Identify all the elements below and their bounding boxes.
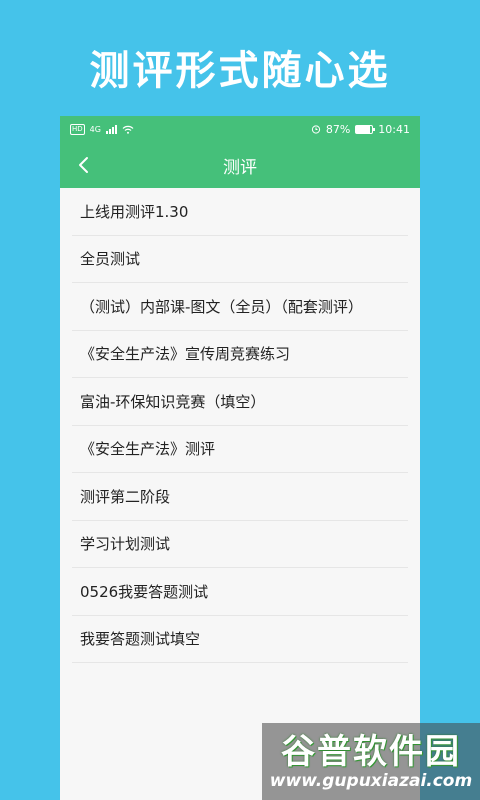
- watermark-logo: 谷普软件园 www.gupuxiazai.com: [262, 723, 480, 800]
- page-title: 测评: [223, 157, 257, 178]
- wifi-icon: [122, 125, 134, 134]
- watermark-title: 谷普软件园: [281, 731, 461, 772]
- list-item[interactable]: 《安全生产法》测评: [72, 426, 408, 473]
- list-item[interactable]: 全员测试: [72, 236, 408, 283]
- phone-screen: HD 4G 87% 10:41 测评 上线用测评1.30 全员测试 （测试）内部…: [60, 116, 420, 800]
- status-bar: HD 4G 87% 10:41: [60, 116, 420, 142]
- list-item[interactable]: （测试）内部课-图文（全员）（配套测评）: [72, 283, 408, 331]
- assessment-list: 上线用测评1.30 全员测试 （测试）内部课-图文（全员）（配套测评） 《安全生…: [60, 188, 420, 663]
- status-left: HD 4G: [70, 123, 134, 135]
- hd-badge: HD: [70, 123, 85, 135]
- list-item[interactable]: 我要答题测试填空: [72, 616, 408, 663]
- network-type: 4G: [89, 124, 101, 134]
- status-right: 87% 10:41: [311, 123, 410, 136]
- battery-level: [356, 125, 371, 133]
- list-item[interactable]: 富油-环保知识竞赛（填空）: [72, 378, 408, 426]
- battery-percent: 87%: [325, 122, 351, 136]
- list-item[interactable]: 《安全生产法》宣传周竞赛练习: [72, 331, 408, 378]
- signal-icon: [105, 124, 117, 134]
- list-item[interactable]: 测评第二阶段: [72, 473, 408, 521]
- chevron-left-icon: [79, 157, 88, 173]
- list-item[interactable]: 学习计划测试: [72, 521, 408, 568]
- back-button[interactable]: [70, 151, 98, 179]
- list-item[interactable]: 上线用测评1.30: [72, 188, 408, 236]
- nav-bar: 测评: [60, 142, 420, 188]
- promo-headline: 测评形式随心选: [89, 48, 391, 94]
- clock: 10:41: [378, 122, 410, 136]
- list-item[interactable]: 0526我要答题测试: [72, 568, 408, 616]
- alarm-icon: [311, 125, 320, 134]
- battery-icon: [355, 124, 376, 134]
- watermark-url: www.gupuxiazai.com: [269, 770, 473, 791]
